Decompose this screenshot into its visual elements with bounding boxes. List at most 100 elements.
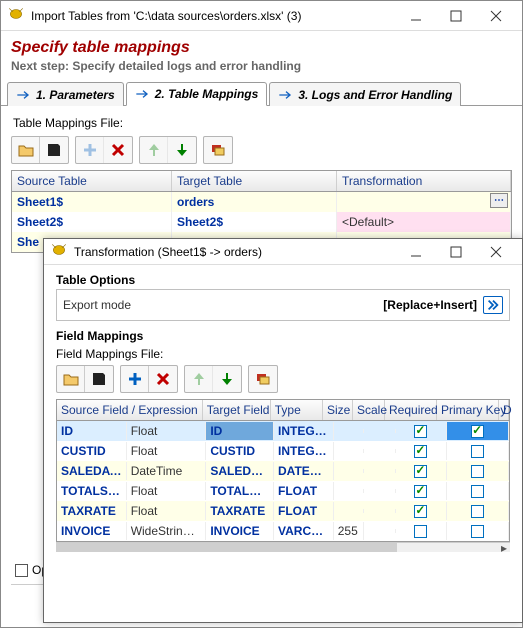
close-button[interactable]: [476, 2, 516, 30]
tab-logs[interactable]: 3. Logs and Error Handling: [269, 82, 461, 106]
checkbox-icon[interactable]: [414, 425, 427, 438]
required-cell[interactable]: [396, 482, 448, 500]
source-field: ID: [57, 422, 127, 440]
move-down-button[interactable]: [168, 137, 196, 163]
field-mappings-toolbar: [44, 365, 522, 393]
target-field: TAXRATE: [206, 502, 274, 520]
table-row[interactable]: Sheet2$ Sheet2$ <Default>: [12, 212, 511, 232]
scroll-right-icon[interactable]: ▸: [498, 543, 510, 552]
checkbox-icon[interactable]: [414, 505, 427, 518]
open-button[interactable]: [57, 366, 85, 392]
required-cell[interactable]: [396, 502, 448, 520]
primary-key-cell[interactable]: [447, 422, 509, 440]
source-type: Float: [127, 502, 207, 520]
checkbox-icon[interactable]: [471, 425, 484, 438]
cards-button[interactable]: [249, 366, 277, 392]
checkbox-icon[interactable]: [414, 525, 427, 538]
col-transformation[interactable]: Transformation: [337, 171, 511, 191]
transformation-cell[interactable]: ⋯: [337, 192, 511, 212]
app-icon: [50, 241, 68, 262]
minimize-button[interactable]: [396, 238, 436, 266]
page-subtitle: Next step: Specify detailed logs and err…: [11, 59, 512, 73]
col-size[interactable]: Size: [323, 400, 353, 420]
required-cell[interactable]: [396, 522, 448, 540]
source-field: CUSTID: [57, 442, 127, 460]
field-mappings-file-label: Field Mappings File:: [44, 345, 522, 365]
primary-key-cell[interactable]: [447, 522, 509, 540]
open-button[interactable]: [12, 137, 40, 163]
page-header: Specify table mappings Next step: Specif…: [1, 31, 522, 75]
tab-parameters[interactable]: 1. Parameters: [7, 82, 124, 106]
table-mappings-toolbar: [1, 136, 522, 164]
size-cell: [334, 469, 364, 473]
checkbox-icon[interactable]: [471, 485, 484, 498]
checkbox-icon[interactable]: [414, 485, 427, 498]
checkbox-icon[interactable]: [471, 525, 484, 538]
delete-button[interactable]: [104, 137, 132, 163]
col-source-table[interactable]: Source Table: [12, 171, 172, 191]
move-down-button[interactable]: [213, 366, 241, 392]
app-icon: [7, 5, 25, 26]
table-row[interactable]: TAXRATEFloatTAXRATEFLOAT: [57, 501, 509, 521]
source-type: WideString(255): [127, 522, 207, 540]
transformation-window: Transformation (Sheet1$ -> orders) Table…: [43, 238, 523, 623]
col-target-field[interactable]: Target Field: [203, 400, 271, 420]
cards-button[interactable]: [204, 137, 232, 163]
window-title: Import Tables from 'C:\data sources\orde…: [31, 9, 396, 23]
required-cell[interactable]: [396, 442, 448, 460]
col-target-table[interactable]: Target Table: [172, 171, 337, 191]
horizontal-scrollbar[interactable]: ◂ ▸: [56, 542, 510, 552]
size-cell: [334, 429, 364, 433]
source-type: DateTime: [127, 462, 207, 480]
maximize-button[interactable]: [436, 238, 476, 266]
primary-key-cell[interactable]: [447, 442, 509, 460]
move-up-button: [185, 366, 213, 392]
delete-button[interactable]: [149, 366, 177, 392]
ellipsis-button[interactable]: ⋯: [490, 193, 508, 208]
close-button[interactable]: [476, 238, 516, 266]
save-button[interactable]: [85, 366, 113, 392]
source-type: Float: [127, 442, 207, 460]
double-arrow-button[interactable]: [483, 296, 503, 314]
target-type: INTEGER: [274, 442, 334, 460]
primary-key-cell[interactable]: [447, 482, 509, 500]
checkbox-icon[interactable]: [471, 445, 484, 458]
checkbox-icon[interactable]: [471, 505, 484, 518]
scale-cell: [364, 449, 396, 453]
col-scale[interactable]: Scale: [353, 400, 385, 420]
scrollbar-thumb[interactable]: [56, 543, 397, 552]
table-row[interactable]: TOTALSUMFloatTOTALSUMFLOAT: [57, 481, 509, 501]
target-type: INTEGER: [274, 422, 334, 440]
tab-table-mappings[interactable]: 2. Table Mappings: [126, 82, 268, 106]
maximize-button[interactable]: [436, 2, 476, 30]
target-type: FLOAT: [274, 502, 334, 520]
table-row[interactable]: INVOICEWideString(255)INVOICEVARCHAR255: [57, 521, 509, 541]
required-cell[interactable]: [396, 462, 448, 480]
source-field: TAXRATE: [57, 502, 127, 520]
table-row[interactable]: CUSTIDFloatCUSTIDINTEGER: [57, 441, 509, 461]
col-required[interactable]: Required: [385, 400, 437, 420]
scale-cell: [364, 509, 396, 513]
primary-key-cell[interactable]: [447, 502, 509, 520]
required-cell[interactable]: [396, 422, 448, 440]
save-button[interactable]: [40, 137, 68, 163]
checkbox-icon[interactable]: [414, 465, 427, 478]
checkbox-icon[interactable]: [414, 445, 427, 458]
table-row[interactable]: IDFloatIDINTEGER: [57, 421, 509, 441]
col-type[interactable]: Type: [271, 400, 323, 420]
checkbox-icon[interactable]: [471, 465, 484, 478]
source-type: Float: [127, 422, 207, 440]
col-d[interactable]: D: [499, 400, 509, 420]
add-button[interactable]: [121, 366, 149, 392]
table-row[interactable]: SALEDATEDateTimeSALEDATEDATETIME: [57, 461, 509, 481]
col-primary-key[interactable]: Primary Key: [437, 400, 499, 420]
transformation-title: Transformation (Sheet1$ -> orders): [74, 245, 396, 259]
col-source-field[interactable]: Source Field / Expression: [57, 400, 203, 420]
primary-key-cell[interactable]: [447, 462, 509, 480]
scale-cell: [364, 469, 396, 473]
field-mappings-heading: Field Mappings: [44, 321, 522, 345]
minimize-button[interactable]: [396, 2, 436, 30]
target-type: VARCHAR: [274, 522, 334, 540]
table-row[interactable]: Sheet1$ orders ⋯: [12, 192, 511, 212]
checkbox-icon[interactable]: [15, 564, 28, 577]
